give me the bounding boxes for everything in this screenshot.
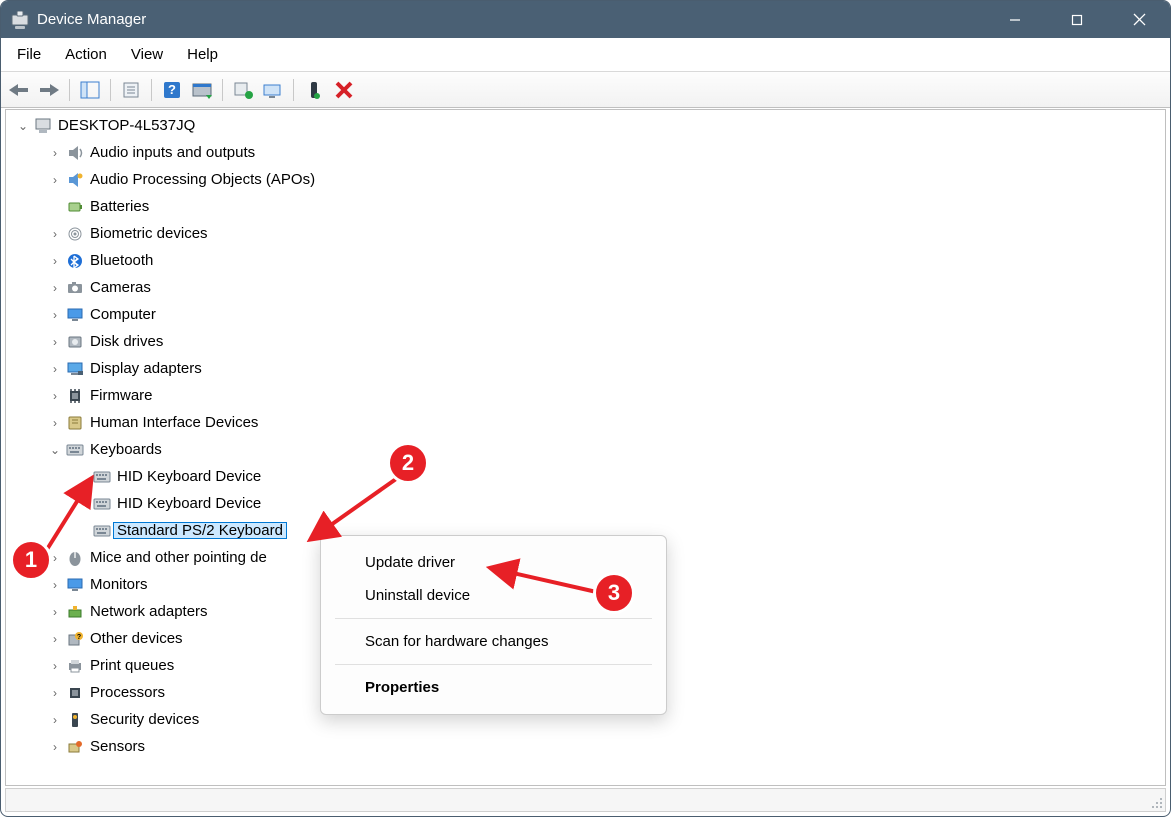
annotation-badge-3: 3 bbox=[593, 572, 635, 614]
device-manager-window: Device Manager File Action View Help ? bbox=[0, 0, 1171, 817]
annotation-badge-2: 2 bbox=[387, 442, 429, 484]
annotation-badge-1: 1 bbox=[10, 539, 52, 581]
annotation-arrows bbox=[1, 1, 1171, 817]
